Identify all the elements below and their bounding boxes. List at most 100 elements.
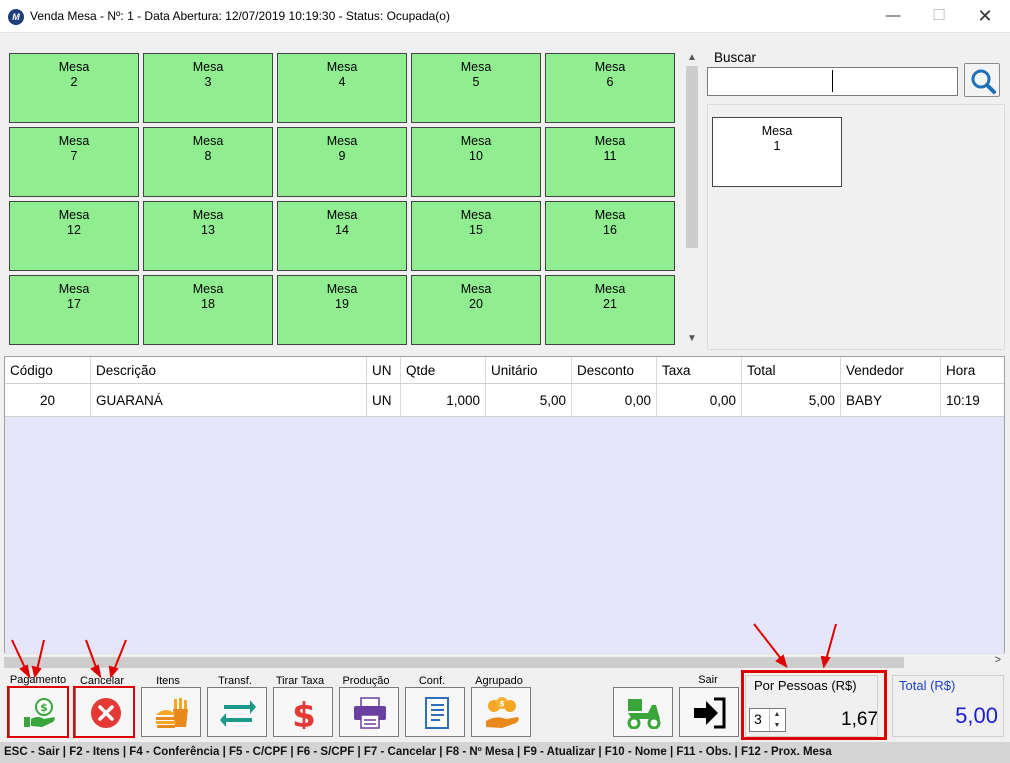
table-tile[interactable]: Mesa 2: [9, 53, 139, 123]
table-tile[interactable]: Mesa 9: [277, 127, 407, 197]
table-label: Mesa: [58, 60, 90, 74]
column-header-desconto[interactable]: Desconto: [572, 357, 657, 383]
cell-unitario: 5,00: [486, 384, 572, 416]
column-header-hora[interactable]: Hora: [941, 357, 1004, 383]
tirar-taxa-button[interactable]: $: [273, 687, 333, 737]
exit-icon: [694, 697, 726, 729]
column-header-un[interactable]: UN: [367, 357, 401, 383]
conf-button[interactable]: [405, 687, 465, 737]
table-tile[interactable]: Mesa 11: [545, 127, 675, 197]
search-icon: [971, 69, 996, 94]
table-label: Mesa: [326, 60, 358, 74]
producao-button[interactable]: [339, 687, 399, 737]
annotation-arrows-right: [753, 623, 837, 669]
table-number: 8: [204, 149, 212, 163]
table-tile[interactable]: Mesa 17: [9, 275, 139, 345]
people-count-value[interactable]: 3: [754, 711, 762, 727]
column-header-taxa[interactable]: Taxa: [657, 357, 742, 383]
table-number: 1: [773, 139, 781, 153]
delivery-scooter-icon: [627, 699, 661, 729]
cell-vendedor: BABY: [841, 384, 941, 416]
table-tile[interactable]: Mesa 20: [411, 275, 541, 345]
table-tile[interactable]: Mesa 12: [9, 201, 139, 271]
table-tile[interactable]: Mesa 8: [143, 127, 273, 197]
transf-button[interactable]: [207, 687, 267, 737]
delivery-button[interactable]: [613, 687, 673, 737]
table-tile[interactable]: Mesa 5: [411, 53, 541, 123]
table-tile[interactable]: Mesa 15: [411, 201, 541, 271]
table-tile[interactable]: Mesa 7: [9, 127, 139, 197]
table-number: 21: [603, 297, 617, 311]
table-label: Mesa: [58, 134, 90, 148]
close-button[interactable]: ✕: [962, 0, 1008, 32]
column-header-descricao[interactable]: Descrição: [91, 357, 367, 383]
cell-taxa: 0,00: [657, 384, 742, 416]
transf-label: Transf.: [218, 675, 252, 687]
table-tile[interactable]: Mesa 14: [277, 201, 407, 271]
column-header-codigo[interactable]: Código: [5, 357, 91, 383]
scroll-right-icon[interactable]: >: [995, 654, 1001, 666]
table-tile[interactable]: Mesa 16: [545, 201, 675, 271]
table-row[interactable]: 20 GUARANÁ UN 1,000 5,00 0,00 0,00 5,00 …: [5, 384, 1004, 417]
shortcut-status-bar: ESC - Sair | F2 - Itens | F4 - Conferênc…: [0, 742, 1010, 763]
cell-hora: 10:19: [946, 393, 980, 408]
table-number: 18: [201, 297, 215, 311]
column-header-unitario[interactable]: Unitário: [486, 357, 572, 383]
table-label: Mesa: [192, 60, 224, 74]
table-number: 14: [335, 223, 349, 237]
text-caret: [832, 70, 833, 92]
agrupado-button[interactable]: $: [471, 687, 531, 737]
table-label: Mesa: [326, 134, 358, 148]
table-number: 3: [204, 75, 212, 89]
table-tile[interactable]: Mesa 13: [143, 201, 273, 271]
per-person-value: 1,67: [841, 709, 878, 730]
minimize-button[interactable]: —: [870, 0, 916, 32]
scroll-down-icon[interactable]: ▼: [683, 333, 701, 344]
cell-total: 5,00: [742, 384, 841, 416]
table-number: 12: [67, 223, 81, 237]
column-header-qtde[interactable]: Qtde: [401, 357, 486, 383]
table-tile[interactable]: Mesa 6: [545, 53, 675, 123]
table-tile[interactable]: Mesa 10: [411, 127, 541, 197]
column-header-vendedor[interactable]: Vendedor: [841, 357, 941, 383]
cell-desconto: 0,00: [572, 384, 657, 416]
table-label: Mesa: [192, 134, 224, 148]
itens-label: Itens: [156, 675, 180, 687]
cell-descricao: GUARANÁ: [91, 384, 367, 416]
table-label: Mesa: [326, 208, 358, 222]
table-tile[interactable]: Mesa 4: [277, 53, 407, 123]
column-header-total[interactable]: Total: [742, 357, 841, 383]
table-label: Mesa: [594, 282, 626, 296]
chevron-up-icon[interactable]: ▲: [770, 709, 784, 720]
table-grid-scrollbar[interactable]: ▲ ▼: [683, 48, 701, 348]
printer-icon: [354, 697, 386, 729]
agrupado-label: Agrupado: [475, 675, 523, 687]
items-horizontal-scrollbar[interactable]: >: [4, 653, 1005, 670]
sair-label: Sair: [698, 674, 718, 686]
table-number: 13: [201, 223, 215, 237]
svg-text:$: $: [500, 700, 505, 708]
scroll-up-icon[interactable]: ▲: [683, 52, 701, 63]
por-pessoas-label: Por Pessoas (R$): [754, 678, 857, 693]
table-label: Mesa: [192, 208, 224, 222]
stepper-buttons[interactable]: ▲ ▼: [769, 709, 784, 731]
maximize-button[interactable]: ☐: [916, 0, 962, 32]
table-tile[interactable]: Mesa 19: [277, 275, 407, 345]
scrollbar-thumb[interactable]: [686, 66, 698, 248]
table-number: 4: [338, 75, 346, 89]
table-number: 10: [469, 149, 483, 163]
table-number: 19: [335, 297, 349, 311]
highlight-pagamento: [7, 686, 69, 738]
cell-codigo: 20: [5, 384, 91, 416]
table-tile[interactable]: Mesa 3: [143, 53, 273, 123]
app-logo-icon: M: [8, 9, 24, 25]
sair-button[interactable]: [679, 687, 739, 737]
chevron-down-icon[interactable]: ▼: [770, 720, 784, 731]
search-button[interactable]: [964, 63, 1000, 97]
table-tile[interactable]: Mesa 21: [545, 275, 675, 345]
table-tile[interactable]: Mesa 18: [143, 275, 273, 345]
table-label: Mesa: [326, 282, 358, 296]
occupied-table-tile[interactable]: Mesa 1: [712, 117, 842, 187]
table-label: Mesa: [192, 282, 224, 296]
itens-button[interactable]: [141, 687, 201, 737]
